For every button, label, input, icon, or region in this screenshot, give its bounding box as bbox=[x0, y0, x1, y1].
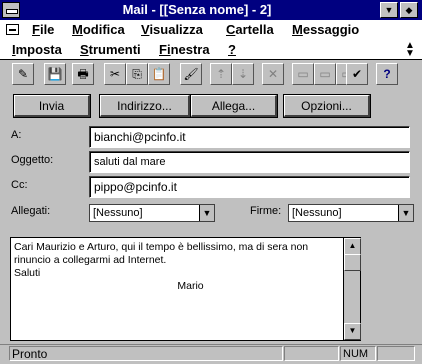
attach-button[interactable]: Allega... bbox=[190, 94, 278, 118]
subject-label: Oggetto: bbox=[11, 154, 54, 166]
menu-bar-row-2: Imposta Strumenti Finestra ? bbox=[0, 40, 422, 60]
status-text: Pronto bbox=[9, 346, 283, 361]
to-input[interactable]: bianchi@pcinfo.it bbox=[89, 126, 410, 148]
attachments-value: [Nessuno] bbox=[93, 207, 143, 219]
check-names-icon[interactable]: ✔ bbox=[346, 63, 368, 85]
reply-all-icon[interactable]: ▭ bbox=[314, 63, 336, 85]
attachments-label: Allegati: bbox=[11, 205, 51, 217]
document-menu-icon[interactable] bbox=[6, 24, 19, 35]
title-bar: Mail - [[Senza nome] - 2] ▼ ◆ bbox=[0, 0, 422, 20]
cc-input[interactable]: pippo@pcinfo.it bbox=[89, 176, 410, 198]
menu-finestra[interactable]: Finestra bbox=[159, 42, 210, 58]
save-icon[interactable]: 💾 bbox=[44, 63, 66, 85]
menu-cartella[interactable]: Cartella bbox=[226, 22, 274, 38]
message-body[interactable]: Cari Maurizio e Arturo, qui il tempo è b… bbox=[10, 237, 361, 341]
cut-icon[interactable]: ✂ bbox=[104, 63, 126, 85]
reply-icon[interactable]: ▭ bbox=[292, 63, 314, 85]
print-icon[interactable]: 🖶 bbox=[72, 63, 94, 85]
menu-modifica[interactable]: Modifica bbox=[72, 22, 125, 38]
attachments-select[interactable]: [Nessuno] ▼ bbox=[89, 204, 215, 222]
menu-strumenti[interactable]: Strumenti bbox=[80, 42, 141, 58]
scroll-up-icon[interactable]: ▲ bbox=[344, 238, 361, 255]
menu-bar-row-1: File Modifica Visualizza Cartella Messag… bbox=[0, 20, 422, 40]
copy-icon[interactable]: ⎘ bbox=[126, 63, 148, 85]
to-label: A: bbox=[11, 129, 22, 141]
scroll-thumb[interactable] bbox=[344, 254, 361, 271]
address-button[interactable]: Indirizzo... bbox=[99, 94, 191, 118]
status-panel-empty bbox=[284, 346, 339, 361]
subject-input[interactable]: saluti dal mare bbox=[89, 151, 410, 173]
move-up-icon[interactable]: ⇡ bbox=[210, 63, 232, 85]
menu-visualizza[interactable]: Visualizza bbox=[141, 22, 203, 38]
chevron-down-icon[interactable]: ▼ bbox=[398, 205, 413, 221]
window-title: Mail - [[Senza nome] - 2] bbox=[122, 2, 272, 17]
system-menu-icon[interactable] bbox=[2, 2, 20, 18]
menu-messaggio[interactable]: Messaggio bbox=[292, 22, 359, 38]
menu-imposta[interactable]: Imposta bbox=[12, 42, 62, 58]
scroll-down-icon[interactable]: ▼ bbox=[344, 323, 361, 340]
signature-label: Firme: bbox=[250, 205, 282, 217]
signature-select[interactable]: [Nessuno] ▼ bbox=[288, 204, 414, 222]
help-icon[interactable]: ? bbox=[376, 63, 398, 85]
cc-label: Cc: bbox=[11, 179, 28, 191]
minimize-button[interactable]: ▼ bbox=[380, 2, 398, 18]
chevron-down-icon[interactable]: ▼ bbox=[199, 205, 214, 221]
message-body-text[interactable]: Cari Maurizio e Arturo, qui il tempo è b… bbox=[14, 241, 342, 293]
move-down-icon[interactable]: ⇣ bbox=[232, 63, 254, 85]
num-lock-indicator: NUM bbox=[340, 346, 376, 361]
vertical-scrollbar[interactable]: ▲ ▼ bbox=[343, 238, 361, 340]
menu-help[interactable]: ? bbox=[228, 42, 236, 58]
menu-file[interactable]: File bbox=[32, 22, 54, 38]
format-icon[interactable]: 🖌 bbox=[180, 63, 202, 85]
options-button[interactable]: Opzioni... bbox=[283, 94, 371, 118]
compose-icon[interactable]: ✎ bbox=[12, 63, 34, 85]
delete-icon[interactable]: ✕ bbox=[262, 63, 284, 85]
send-button[interactable]: Invia bbox=[13, 94, 91, 118]
status-panel-empty-2 bbox=[377, 346, 415, 361]
paste-icon[interactable]: 📋 bbox=[148, 63, 170, 85]
menu-scroll-arrows-icon[interactable]: ▲ ▼ bbox=[402, 41, 418, 59]
maximize-button[interactable]: ◆ bbox=[400, 2, 418, 18]
signature-value: [Nessuno] bbox=[292, 207, 342, 219]
